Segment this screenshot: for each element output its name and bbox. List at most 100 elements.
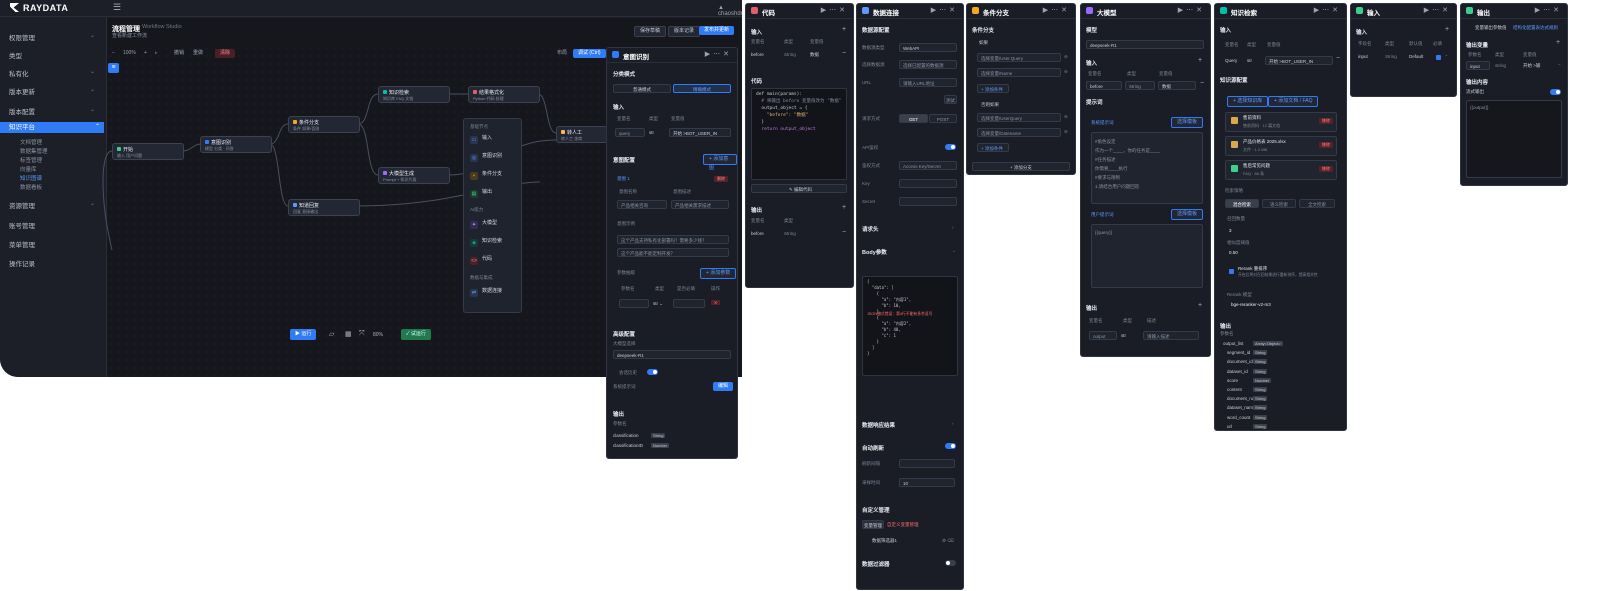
datasource-select[interactable]: 选择已配置的数据源 — [899, 60, 957, 69]
kb-var-value[interactable]: 开始 >BOT_USER_IN — [1265, 56, 1333, 65]
settings-icon[interactable]: ⚙ ⌫ — [942, 538, 954, 544]
panel-controls-icon[interactable]: ▶⋯✕ — [931, 6, 958, 14]
code-editor[interactable]: def main(params): # 将输出 before 变量值改为 "数据… — [751, 88, 847, 180]
edit-prompt-button[interactable]: 编辑 — [713, 382, 734, 391]
example-input-2[interactable]: 这个产品能不能定制开发？ — [617, 248, 729, 257]
mode-fulltext-tab[interactable]: 全文检索 — [1299, 199, 1335, 208]
add-input-icon[interactable]: + — [1198, 57, 1202, 64]
remove-row-icon[interactable]: − — [842, 229, 846, 236]
var-name-field[interactable]: query — [615, 128, 645, 137]
select-template-button[interactable]: 选择模板 — [1171, 117, 1204, 128]
method-get-button[interactable]: GET — [899, 114, 928, 123]
comment-icon[interactable]: ▱ — [329, 330, 334, 338]
add-output-icon[interactable]: + — [1198, 302, 1202, 309]
node-start[interactable]: 开始 输入 用户问题 — [112, 143, 184, 160]
grid-icon[interactable]: ▦ — [345, 330, 352, 338]
add-output-icon[interactable]: + — [842, 204, 846, 211]
add-param-button[interactable]: + 添加参数 — [700, 268, 737, 279]
type-select[interactable]: str — [649, 130, 654, 135]
remove-condition-icon[interactable]: ⊖ — [1064, 114, 1068, 120]
url-input[interactable]: 请输入URL地址 — [899, 78, 957, 87]
intent-name-input[interactable]: 产品相关咨询 — [617, 200, 667, 209]
add-intent-button[interactable]: + 添加意图 — [703, 154, 737, 171]
method-post-button[interactable]: POST — [929, 114, 957, 123]
tab-variable-manage[interactable]: 变量管理 — [862, 520, 884, 529]
mode-precise-tab[interactable]: 精确模式 — [673, 84, 731, 93]
add-input-icon[interactable]: + — [842, 26, 846, 33]
palette-item-retrieval[interactable]: ◈ 知识检索 — [470, 237, 514, 249]
node-reply[interactable]: 知道回复 回复 直接输出 — [288, 199, 360, 216]
llm-output-name[interactable]: output — [1089, 331, 1117, 340]
panel-controls-icon[interactable]: ▶⋯✕ — [1043, 6, 1070, 14]
rerank-checkbox[interactable] — [1229, 269, 1234, 274]
tab-custom-variable[interactable]: 自定义变量管理 — [887, 522, 919, 528]
required-checkbox[interactable] — [1436, 55, 1441, 60]
output-var-type[interactable]: string — [1495, 63, 1506, 68]
sample-time-select[interactable]: 10 — [899, 478, 955, 487]
output-var-value[interactable]: 开始 >输 — [1523, 63, 1540, 69]
auto-refresh-toggle[interactable] — [945, 443, 956, 449]
secret-input[interactable] — [899, 197, 957, 206]
add-input-icon[interactable]: + — [1445, 26, 1449, 33]
remove-condition-icon[interactable]: ⊖ — [1064, 69, 1068, 75]
param-type-select[interactable]: str ⌄ — [653, 301, 663, 307]
node-human[interactable]: 转人工 转人工 坐席 — [556, 126, 608, 143]
rerank-model-select[interactable]: bge-reranker-v2-m3 — [1231, 302, 1271, 307]
if-condition-2[interactable]: 选择变量/Name — [977, 68, 1061, 77]
section-headers[interactable]: 请求头 — [862, 225, 879, 233]
input-var-type[interactable]: String — [1385, 54, 1397, 59]
tab-struct-rules[interactable]: 结构化配置表达式规则 — [1513, 25, 1558, 31]
intent-desc-input[interactable]: 产品相关需求描述 — [671, 200, 729, 209]
section-body[interactable]: Body参数 — [862, 248, 887, 256]
palette-item-llm[interactable]: ✦ 大模型 — [470, 219, 514, 231]
delete-intent-button[interactable]: 删除 — [714, 176, 728, 182]
fullscreen-icon[interactable]: ⤧ — [359, 330, 365, 338]
refresh-interval-input[interactable] — [899, 459, 955, 468]
example-input-1[interactable]: 这个产品支持私有化部署吗？需要多少钱？ — [617, 235, 729, 244]
remove-kb-button[interactable]: 移除 — [1319, 142, 1333, 148]
topk-input[interactable]: 3 — [1229, 228, 1232, 233]
llm-var-type[interactable]: String — [1125, 81, 1155, 90]
elif-condition-2[interactable]: 选择变量/Datename — [977, 128, 1061, 137]
auth-method-select[interactable]: Access Key/Secret — [899, 161, 957, 170]
add-condition-button[interactable]: + 添加条件 — [977, 143, 1009, 152]
llm-output-desc[interactable]: 请输入描述 — [1143, 331, 1199, 340]
delete-param-icon[interactable]: ✕ — [711, 300, 721, 305]
remove-row-icon[interactable]: − — [1558, 62, 1561, 67]
user-prompt-editor[interactable]: {{query}} — [1091, 224, 1203, 288]
llm-var-name[interactable]: before — [1086, 81, 1122, 90]
run-button[interactable]: ▶ 运行 — [290, 329, 317, 340]
add-branch-button[interactable]: + 添加分支 — [972, 162, 1070, 171]
remove-condition-icon[interactable]: ⊖ — [1064, 129, 1068, 135]
llm-var-value[interactable]: 数据 — [1158, 81, 1196, 90]
palette-item-intent[interactable]: ◎ 意图识别 — [470, 152, 514, 164]
remove-condition-icon[interactable]: ⊖ — [1064, 54, 1068, 60]
var-value-field[interactable]: 开始 >BOT_USER_IN — [669, 128, 731, 137]
input-var-name[interactable]: input — [1358, 54, 1368, 59]
palette-item-output[interactable]: ▤ 输出 — [470, 188, 514, 200]
output-content-editor[interactable]: {{output}} — [1466, 100, 1562, 178]
remove-row-icon[interactable]: − — [1445, 53, 1448, 58]
elif-condition-1[interactable]: 选择变量/UserQuery — [977, 113, 1061, 122]
remove-kb-button[interactable]: 移除 — [1319, 166, 1333, 172]
remove-row-icon[interactable]: − — [1336, 55, 1340, 62]
input-default[interactable]: Default — [1409, 54, 1423, 59]
remove-row-icon[interactable]: − — [1200, 80, 1204, 87]
palette-item-data[interactable]: ⇄ 数据连接 — [470, 287, 514, 299]
node-retrieval[interactable]: 知识检索 知识库 FAQ 文档 — [378, 86, 450, 103]
add-doc-button[interactable]: + 添加文档 / FAQ — [1268, 96, 1319, 107]
palette-item-condition[interactable]: ⑂ 条件分支 — [470, 170, 514, 182]
api-auth-toggle[interactable] — [945, 144, 956, 150]
llm-output-type[interactable]: str — [1121, 333, 1126, 338]
section-response[interactable]: 数据响应结果 — [862, 421, 895, 429]
node-llm[interactable]: 大模型生成 Prompt + 知识片段 — [378, 167, 450, 184]
add-output-icon[interactable]: + — [1556, 39, 1560, 46]
panel-controls-icon[interactable]: ▶⋯✕ — [1178, 6, 1205, 14]
if-condition-1[interactable]: 选择变量/User.Query — [977, 53, 1061, 62]
palette-item-input[interactable]: ▭ 输入 — [470, 134, 514, 146]
panel-controls-icon[interactable]: ▶⋯✕ — [821, 6, 848, 14]
test-run-button[interactable]: ✓ 试运行 — [401, 329, 431, 340]
panel-controls-icon[interactable]: ▶⋯✕ — [1314, 6, 1341, 14]
select-template-button-2[interactable]: 选择模板 — [1171, 209, 1204, 220]
param-required-field[interactable] — [673, 299, 705, 308]
